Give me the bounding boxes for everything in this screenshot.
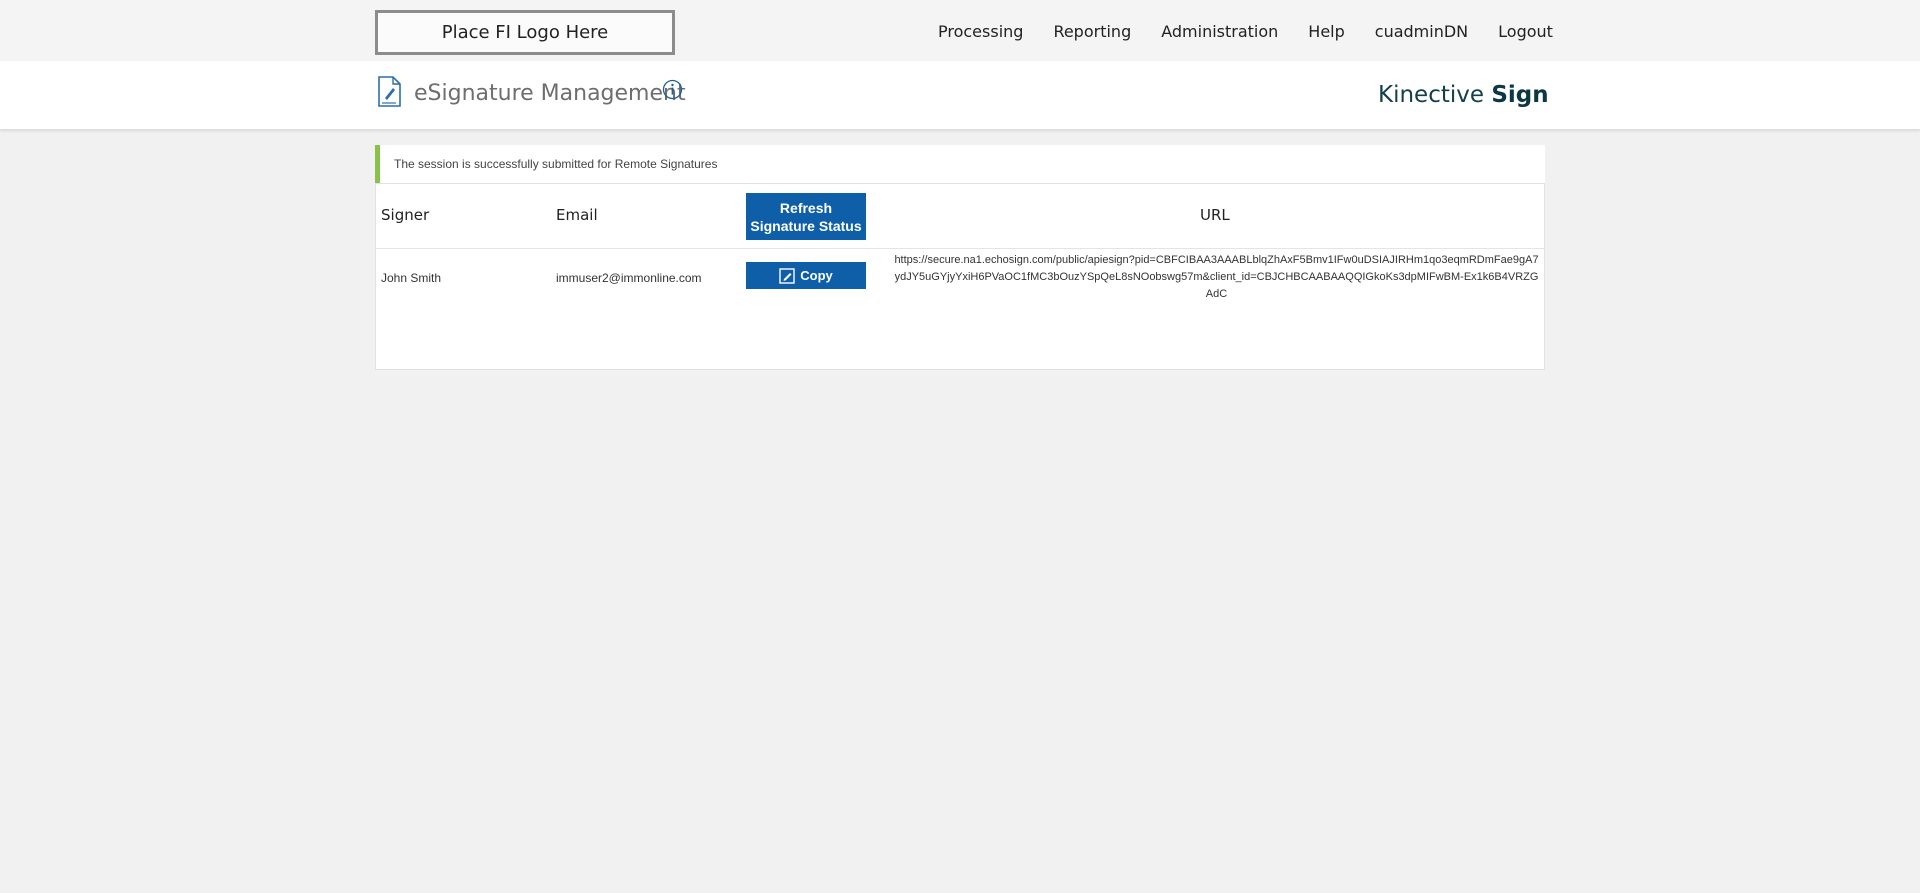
page-header: eSignature Management Kinective Sign [0,61,1920,129]
nav-processing[interactable]: Processing [938,22,1023,41]
signer-email: immuser2@immonline.com [556,271,702,285]
brand-name: Kinective [1378,82,1485,108]
copy-button-label: Copy [800,268,833,283]
page-title: eSignature Management [414,81,686,106]
table-row: John Smith immuser2@immonline.com Copy h… [376,249,1544,369]
signer-table: Signer Email Refresh Signature Status UR… [375,183,1545,370]
nav-logout[interactable]: Logout [1498,22,1553,41]
column-header-url: URL [1200,206,1230,224]
nav-help[interactable]: Help [1308,22,1344,41]
document-signature-icon [377,76,402,107]
signing-url[interactable]: https://secure.na1.echosign.com/public/a… [894,252,1539,303]
column-header-email: Email [556,206,598,224]
column-header-signer: Signer [381,206,430,224]
table-header-row: Signer Email Refresh Signature Status UR… [376,184,1544,249]
nav-reporting[interactable]: Reporting [1053,22,1131,41]
main-navigation: Processing Reporting Administration Help… [938,22,1553,41]
success-notification: The session is successfully submitted fo… [375,145,1545,183]
nav-user-account[interactable]: cuadminDN [1375,22,1468,41]
success-message: The session is successfully submitted fo… [394,157,718,171]
nav-administration[interactable]: Administration [1161,22,1278,41]
copy-url-button[interactable]: Copy [746,262,866,289]
institution-logo-placeholder: Place FI Logo Here [375,10,675,55]
info-icon[interactable] [662,79,683,100]
kinective-sign-brand: Kinective Sign [1378,82,1549,108]
refresh-signature-status-button[interactable]: Refresh Signature Status [746,193,866,240]
copy-icon [779,267,795,284]
brand-product: Sign [1491,82,1549,108]
signer-name: John Smith [381,271,442,285]
top-navigation-bar: Place FI Logo Here Processing Reporting … [0,0,1920,61]
